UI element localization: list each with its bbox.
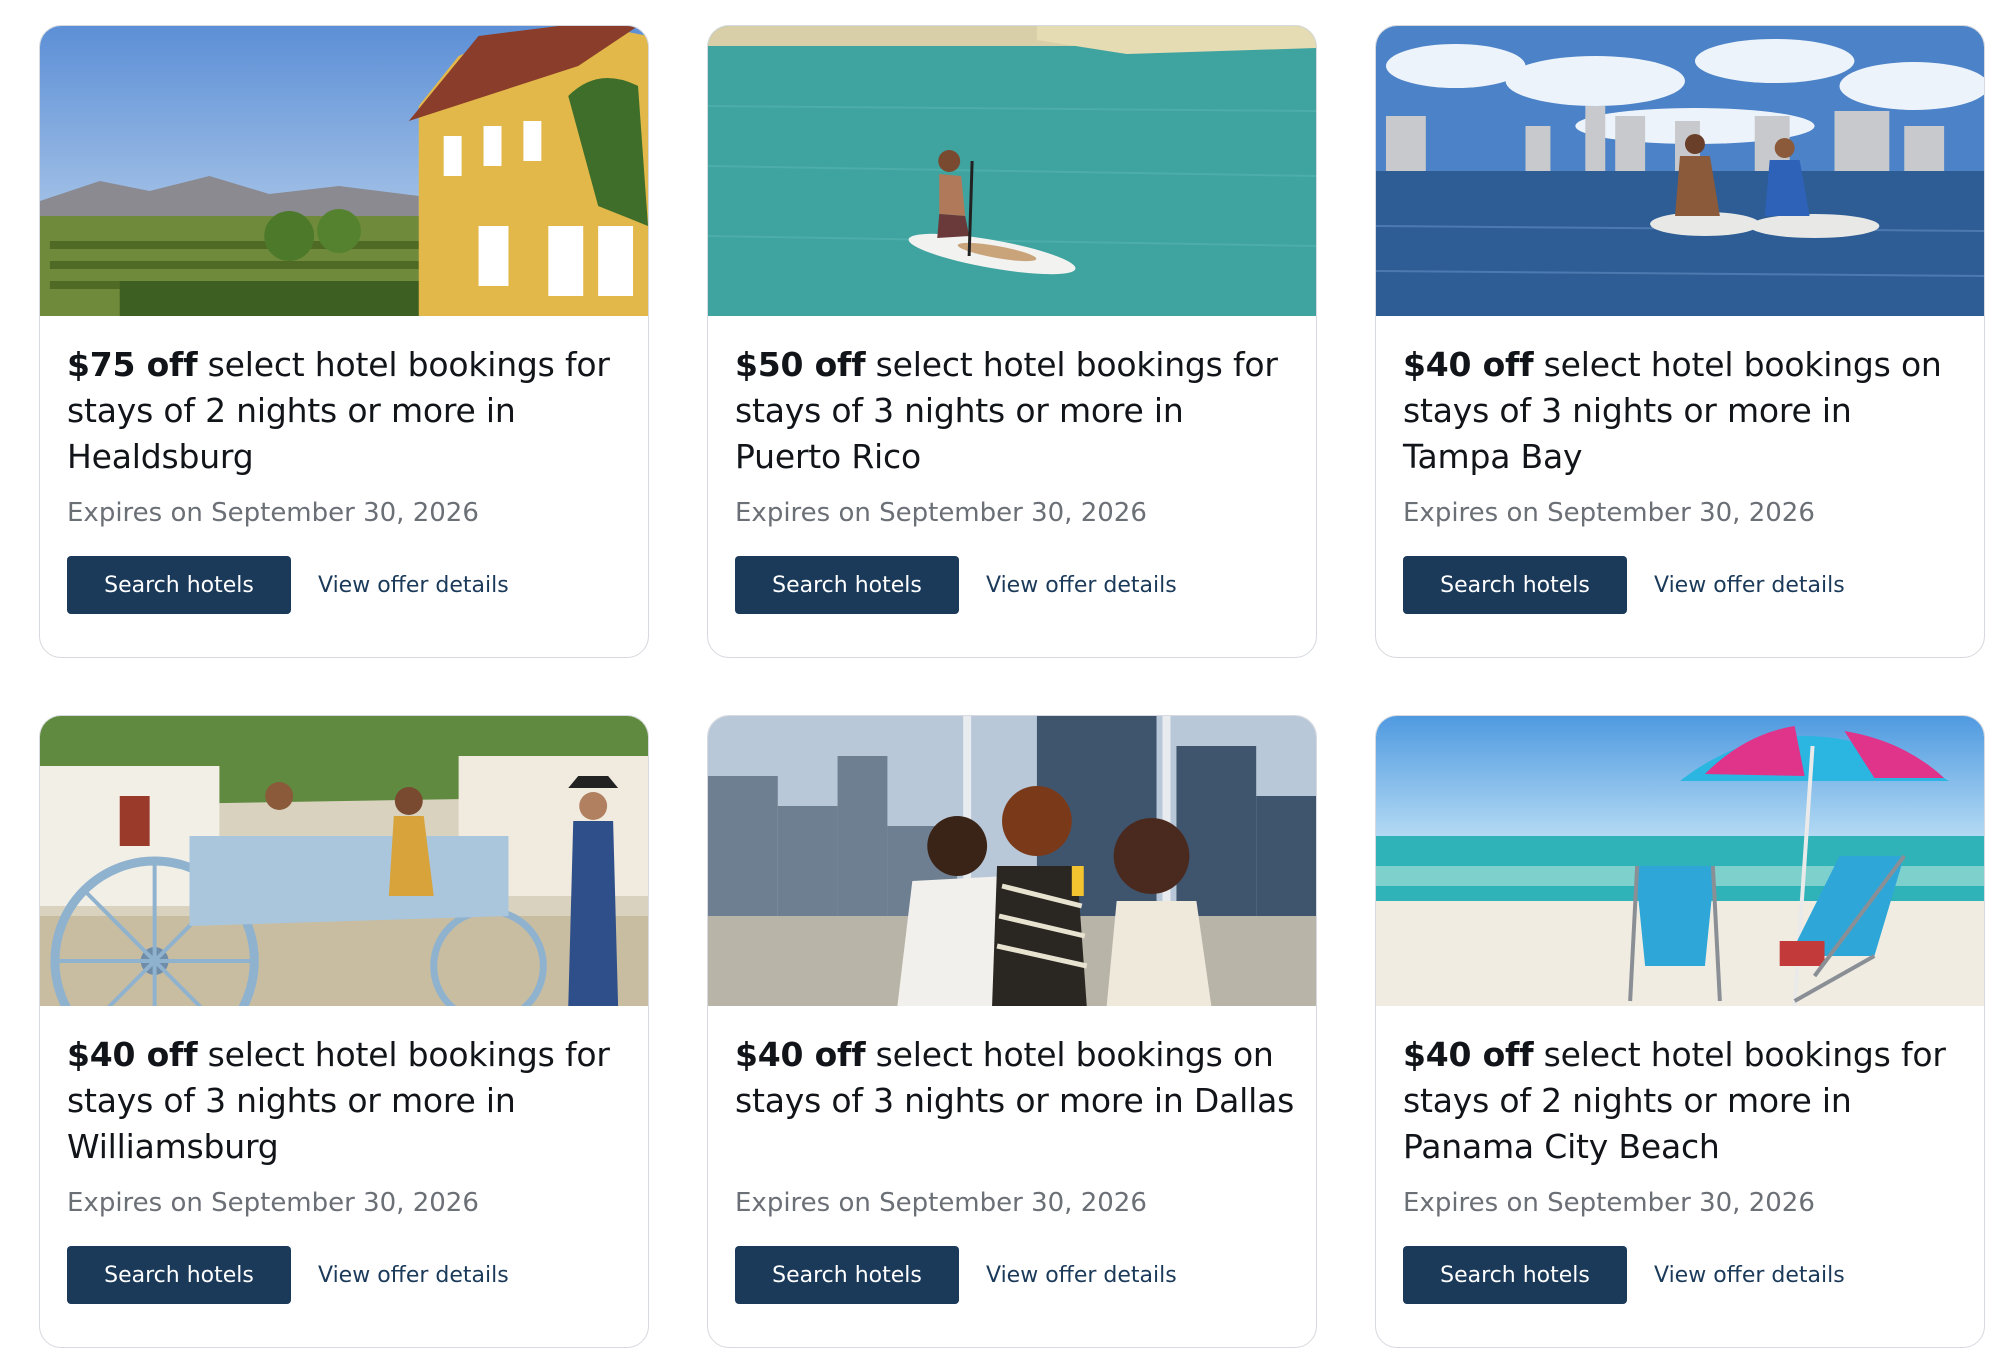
offer-title: $40 off select hotel bookings for stays … [67,1032,628,1170]
offer-card: $40 off select hotel bookings on stays o… [1375,25,1985,658]
search-hotels-button[interactable]: Search hotels [735,1246,959,1304]
offer-amount: $40 off [1403,1035,1534,1074]
offer-image [708,26,1316,316]
view-offer-details-link[interactable]: View offer details [1654,573,1845,598]
offer-expiry: Expires on September 30, 2026 [1403,498,1815,528]
offers-grid: $75 off select hotel bookings for stays … [0,0,2016,1368]
search-hotels-button[interactable]: Search hotels [67,556,291,614]
offer-actions: Search hotels View offer details [1403,556,1964,614]
offer-expiry: Expires on September 30, 2026 [67,1188,479,1218]
offer-actions: Search hotels View offer details [67,556,628,614]
view-offer-details-link[interactable]: View offer details [318,573,509,598]
offer-title: $50 off select hotel bookings for stays … [735,342,1296,480]
offer-title: $40 off select hotel bookings on stays o… [735,1032,1296,1170]
view-offer-details-link[interactable]: View offer details [318,1263,509,1288]
paddleboard-image [708,26,1316,316]
search-hotels-button[interactable]: Search hotels [67,1246,291,1304]
offer-amount: $40 off [1403,345,1534,384]
offer-actions: Search hotels View offer details [1403,1246,1964,1304]
offer-body: $40 off select hotel bookings for stays … [67,1006,628,1304]
offer-expiry: Expires on September 30, 2026 [67,498,479,528]
view-offer-details-link[interactable]: View offer details [1654,1263,1845,1288]
villa-image [40,26,648,316]
offer-card: $40 off select hotel bookings for stays … [1375,715,1985,1348]
offer-expiry: Expires on September 30, 2026 [735,1188,1147,1218]
view-offer-details-link[interactable]: View offer details [986,1263,1177,1288]
offer-actions: Search hotels View offer details [735,556,1296,614]
offer-card: $75 off select hotel bookings for stays … [39,25,649,658]
offer-image [1376,716,1984,1006]
search-hotels-button[interactable]: Search hotels [1403,556,1627,614]
offer-card: $40 off select hotel bookings for stays … [39,715,649,1348]
offer-expiry: Expires on September 30, 2026 [735,498,1147,528]
offer-actions: Search hotels View offer details [735,1246,1296,1304]
offer-body: $40 off select hotel bookings on stays o… [735,1006,1296,1304]
skyline-image [1376,26,1984,316]
offer-title: $75 off select hotel bookings for stays … [67,342,628,480]
offer-card: $50 off select hotel bookings for stays … [707,25,1317,658]
offer-amount: $40 off [735,1035,866,1074]
offer-body: $50 off select hotel bookings for stays … [735,316,1296,614]
offer-amount: $50 off [735,345,866,384]
offer-title: $40 off select hotel bookings on stays o… [1403,342,1964,480]
offer-image [1376,26,1984,316]
offer-card: $40 off select hotel bookings on stays o… [707,715,1317,1348]
beach-image [1376,716,1984,1006]
search-hotels-button[interactable]: Search hotels [1403,1246,1627,1304]
offer-title: $40 off select hotel bookings for stays … [1403,1032,1964,1170]
view-offer-details-link[interactable]: View offer details [986,573,1177,598]
offer-image [40,26,648,316]
offer-body: $40 off select hotel bookings for stays … [1403,1006,1964,1304]
carriage-image [40,716,648,1006]
offer-amount: $75 off [67,345,198,384]
offer-image [40,716,648,1006]
search-hotels-button[interactable]: Search hotels [735,556,959,614]
offer-actions: Search hotels View offer details [67,1246,628,1304]
offer-amount: $40 off [67,1035,198,1074]
offer-expiry: Expires on September 30, 2026 [1403,1188,1815,1218]
offer-body: $75 off select hotel bookings for stays … [67,316,628,614]
rooftop-image [708,716,1316,1006]
offer-image [708,716,1316,1006]
offer-body: $40 off select hotel bookings on stays o… [1403,316,1964,614]
